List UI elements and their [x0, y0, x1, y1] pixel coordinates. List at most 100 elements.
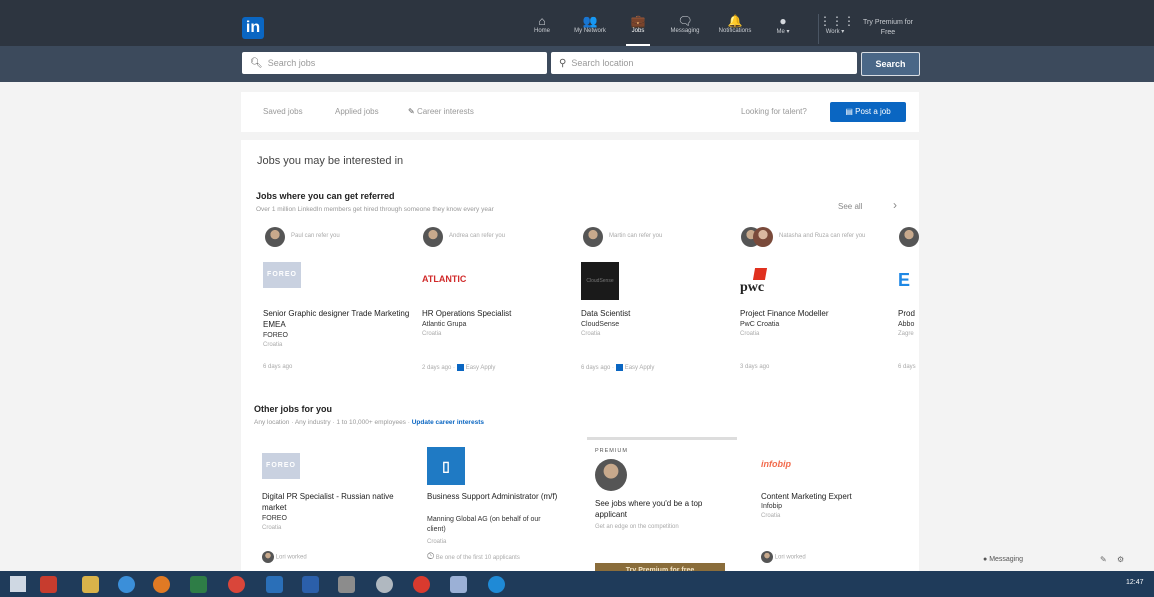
job-meta: 6 days ago · Easy Apply	[581, 364, 655, 372]
nav-notifications[interactable]: 🔔 Notifications	[713, 14, 757, 44]
other-jobs-title: Other jobs for you	[254, 404, 333, 414]
job-title[interactable]: Senior Graphic designer Trade Marketing …	[263, 308, 413, 330]
nav-my-network[interactable]: 👥 My Network	[569, 14, 611, 44]
job-card[interactable]: pwc Project Finance Modeller PwC Croatia…	[740, 262, 890, 372]
chrome-icon[interactable]	[228, 576, 245, 593]
post-job-button[interactable]: ▤ Post a job	[830, 102, 906, 122]
job-title[interactable]: Business Support Administrator (m/f)	[427, 491, 577, 502]
messaging-bar[interactable]: ● Messaging	[983, 556, 1023, 563]
linkedin-logo[interactable]: in	[242, 17, 264, 39]
chevron-right-icon[interactable]: ›	[893, 198, 897, 212]
avatar	[262, 551, 274, 563]
job-title[interactable]: Digital PR Specialist - Russian native m…	[262, 491, 412, 513]
avatar-icon: ●	[779, 14, 787, 28]
try-premium-link[interactable]: Try Premium for Free	[858, 18, 918, 38]
windows-start-icon[interactable]	[10, 576, 26, 592]
job-company: PwC Croatia	[740, 321, 780, 328]
app-icon[interactable]	[413, 576, 430, 593]
job-card[interactable]: infobip Content Marketing Expert Infobip…	[761, 453, 911, 572]
outlook-icon[interactable]	[266, 576, 283, 593]
job-card[interactable]: ATLANTIC HR Operations Specialist Atlant…	[422, 262, 572, 372]
referred-section-title: Jobs where you can get referred	[256, 191, 395, 201]
see-all-link[interactable]: See all	[838, 202, 862, 211]
job-location: Zagre	[898, 331, 914, 337]
grid-icon: ⋮⋮⋮	[819, 14, 855, 28]
word-icon[interactable]	[302, 576, 319, 593]
referrer-row[interactable]: Martin can refer you	[583, 227, 723, 249]
referrer-row[interactable]: Paul can refer you	[265, 227, 405, 249]
premium-title: See jobs where you'd be a top applicant	[595, 499, 703, 519]
job-meta: 2 days ago · Easy Apply	[422, 364, 496, 372]
skype-icon[interactable]	[488, 576, 505, 593]
avatar	[265, 227, 285, 247]
linkedin-easy-apply-icon	[615, 364, 623, 371]
referrer-row[interactable]: Andrea can refer you	[423, 227, 563, 249]
media-icon[interactable]	[338, 576, 355, 593]
premium-upsell-card: PREMIUM See jobs where you'd be a top ap…	[587, 437, 737, 572]
premium-tag: PREMIUM	[595, 448, 628, 454]
nav-me[interactable]: ● Me ▾	[773, 14, 793, 44]
linkedin-easy-apply-icon	[456, 364, 464, 371]
excel-icon[interactable]	[190, 576, 207, 593]
document-icon: ▯	[442, 458, 450, 474]
search-jobs-input[interactable]: 🔍︎ Search jobs	[242, 52, 547, 74]
other-jobs-filters: Any location · Any industry · 1 to 10,00…	[254, 419, 484, 426]
company-logo: CloudSense	[581, 262, 619, 300]
nav-messaging[interactable]: 🗨 Messaging	[666, 14, 704, 44]
avatar	[583, 227, 603, 247]
nav-jobs[interactable]: 💼 Jobs	[626, 14, 650, 46]
job-location: Croatia	[427, 539, 447, 545]
referrer-row[interactable]	[899, 227, 919, 249]
nav-home[interactable]: ⌂ Home	[530, 14, 554, 44]
update-career-interests-link[interactable]: Update career interests	[412, 419, 484, 426]
post-icon: ▤	[845, 107, 853, 116]
job-company: CloudSense	[581, 321, 620, 328]
settings-icon[interactable]: ⚙	[1117, 555, 1124, 564]
job-location: Croatia	[761, 513, 781, 519]
chat-icon: 🗨	[677, 14, 693, 28]
avatar	[899, 227, 919, 247]
job-company: Infobip	[761, 503, 783, 510]
job-meta: 🕒︎ Be one of the first 10 applicants	[427, 551, 520, 561]
job-card[interactable]: FOREO Senior Graphic designer Trade Mark…	[263, 262, 413, 372]
avatar	[595, 459, 627, 491]
job-card[interactable]: FOREO Digital PR Specialist - Russian na…	[262, 453, 412, 572]
app-icon[interactable]	[40, 576, 57, 593]
referred-section-subtitle: Over 1 million LinkedIn members get hire…	[256, 206, 494, 213]
compose-icon[interactable]: ✎	[1100, 555, 1107, 564]
pwc-mark-icon	[752, 268, 768, 280]
looking-for-talent-text: Looking for talent?	[741, 107, 807, 116]
job-meta: 6 days ago	[263, 364, 293, 370]
job-card[interactable]: ▯ Business Support Administrator (m/f) M…	[427, 447, 577, 572]
job-location: Croatia	[581, 331, 601, 337]
job-meta: 3 days ago	[740, 364, 770, 370]
app-icon[interactable]	[450, 576, 467, 593]
tab-applied-jobs[interactable]: Applied jobs	[335, 107, 379, 116]
job-title[interactable]: HR Operations Specialist	[422, 308, 572, 319]
avatar	[423, 227, 443, 247]
job-title[interactable]: Data Scientist	[581, 308, 731, 319]
tab-saved-jobs[interactable]: Saved jobs	[263, 107, 303, 116]
job-title[interactable]: Prod	[898, 308, 919, 319]
company-logo: ▯	[427, 447, 465, 485]
company-logo: E	[898, 270, 911, 290]
top-nav-bar: in ⌂ Home 👥 My Network 💼 Jobs 🗨 Messagin…	[0, 0, 1154, 46]
job-card[interactable]: E Prod Abbo Zagre 6 days	[898, 262, 919, 372]
clock-icon: 🕒︎	[427, 551, 435, 561]
tab-career-interests[interactable]: ✎ Career interests	[408, 107, 474, 116]
job-meta: Lori worked	[761, 551, 806, 563]
company-logo: ATLANTIC	[422, 274, 467, 284]
app-icon[interactable]	[376, 576, 393, 593]
job-title[interactable]: Project Finance Modeller	[740, 308, 890, 319]
referrer-row[interactable]: Natasha and Ruza can refer you	[741, 227, 891, 249]
folder-icon[interactable]	[82, 576, 99, 593]
job-location: Croatia	[262, 525, 282, 531]
search-location-input[interactable]: ⚲ Search location	[551, 52, 857, 74]
avatar	[761, 551, 773, 563]
firefox-icon[interactable]	[153, 576, 170, 593]
job-title[interactable]: Content Marketing Expert	[761, 491, 911, 502]
nav-work[interactable]: ⋮⋮⋮ Work ▾	[818, 14, 855, 44]
job-card[interactable]: CloudSense Data Scientist CloudSense Cro…	[581, 262, 731, 372]
ie-icon[interactable]	[118, 576, 135, 593]
search-button[interactable]: Search	[861, 52, 920, 76]
